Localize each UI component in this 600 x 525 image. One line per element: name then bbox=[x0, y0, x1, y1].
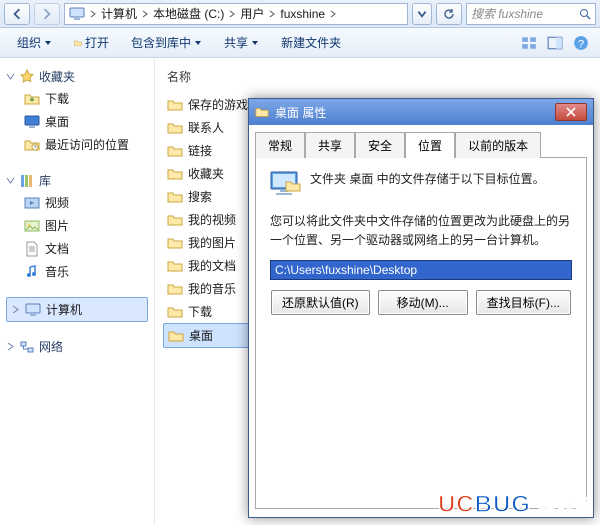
forward-button[interactable] bbox=[34, 3, 60, 25]
computer-icon bbox=[25, 302, 41, 318]
history-dropdown-button[interactable] bbox=[412, 3, 432, 25]
caret-down-icon bbox=[6, 176, 15, 185]
toolbar: 组织 打开 包含到库中 共享 新建文件夹 ? bbox=[0, 28, 600, 58]
navigation-pane: 收藏夹 下载 桌面 最近访问的位置 库 视频 图片 文档 音乐 计算机 bbox=[0, 58, 155, 525]
dialog-title: 桌面 属性 bbox=[275, 104, 326, 121]
breadcrumb-item: fuxshine bbox=[268, 7, 337, 21]
find-target-button[interactable]: 查找目标(F)... bbox=[476, 290, 571, 315]
monitor-folder-icon bbox=[270, 170, 302, 198]
dialog-text-2: 您可以将此文件夹中文件存储的位置更改为此硬盘上的另一个位置、另一个驱动器或网络上… bbox=[270, 212, 572, 250]
folder-icon bbox=[167, 258, 183, 274]
sidebar-network[interactable]: 网络 bbox=[6, 336, 148, 357]
close-button[interactable] bbox=[555, 103, 587, 121]
star-icon bbox=[19, 69, 35, 85]
computer-icon bbox=[69, 6, 85, 22]
folder-icon bbox=[167, 235, 183, 251]
preview-pane-button[interactable] bbox=[544, 32, 566, 54]
recent-icon bbox=[24, 137, 40, 153]
breadcrumb-item: 用户 bbox=[228, 5, 264, 22]
back-button[interactable] bbox=[4, 3, 30, 25]
library-icon bbox=[19, 173, 35, 189]
breadcrumb[interactable]: 计算机 本地磁盘 (C:) 用户 fuxshine bbox=[64, 3, 408, 25]
search-icon bbox=[579, 8, 591, 20]
desktop-icon bbox=[24, 114, 40, 130]
organize-button[interactable]: 组织 bbox=[8, 30, 61, 55]
tab-location[interactable]: 位置 bbox=[405, 132, 455, 158]
share-button[interactable]: 共享 bbox=[215, 30, 268, 55]
caret-down-icon bbox=[6, 72, 15, 81]
sidebar-item-videos[interactable]: 视频 bbox=[6, 191, 148, 214]
tab-general[interactable]: 常规 bbox=[255, 132, 305, 158]
folder-icon bbox=[167, 212, 183, 228]
caret-right-icon bbox=[11, 305, 20, 314]
sidebar-item-music[interactable]: 音乐 bbox=[6, 260, 148, 283]
video-icon bbox=[24, 195, 40, 211]
sidebar-item-documents[interactable]: 文档 bbox=[6, 237, 148, 260]
dialog-body: 文件夹 桌面 中的文件存储于以下目标位置。 您可以将此文件夹中文件存储的位置更改… bbox=[255, 157, 587, 509]
folder-open-icon bbox=[74, 39, 82, 47]
sidebar-favorites[interactable]: 收藏夹 bbox=[6, 66, 148, 87]
network-icon bbox=[19, 339, 35, 355]
watermark: UCBUG 游戏网 bbox=[438, 491, 594, 519]
folder-icon bbox=[167, 97, 183, 113]
search-input[interactable]: 搜索 fuxshine bbox=[466, 3, 596, 25]
folder-icon bbox=[167, 166, 183, 182]
tab-previous[interactable]: 以前的版本 bbox=[455, 132, 541, 158]
folder-icon bbox=[167, 189, 183, 205]
restore-default-button[interactable]: 还原默认值(R) bbox=[271, 290, 370, 315]
move-button[interactable]: 移动(M)... bbox=[378, 290, 468, 315]
sidebar-libraries[interactable]: 库 bbox=[6, 170, 148, 191]
tab-share[interactable]: 共享 bbox=[305, 132, 355, 158]
folder-icon bbox=[167, 281, 183, 297]
dialog-tabs: 常规 共享 安全 位置 以前的版本 bbox=[249, 125, 593, 157]
include-button[interactable]: 包含到库中 bbox=[122, 30, 211, 55]
folder-icon bbox=[255, 105, 269, 119]
svg-text:?: ? bbox=[578, 38, 584, 50]
breadcrumb-item: 计算机 bbox=[89, 5, 137, 22]
caret-right-icon bbox=[6, 342, 15, 351]
window-titlebar: 计算机 本地磁盘 (C:) 用户 fuxshine 搜索 fuxshine bbox=[0, 0, 600, 28]
close-icon bbox=[566, 107, 576, 117]
sidebar-item-recent[interactable]: 最近访问的位置 bbox=[6, 133, 148, 156]
sidebar-item-pictures[interactable]: 图片 bbox=[6, 214, 148, 237]
music-icon bbox=[24, 264, 40, 280]
location-path-input[interactable] bbox=[270, 260, 572, 280]
breadcrumb-item: 本地磁盘 (C:) bbox=[141, 5, 224, 22]
folder-icon bbox=[168, 328, 184, 344]
refresh-button[interactable] bbox=[436, 3, 462, 25]
sidebar-item-downloads[interactable]: 下载 bbox=[6, 87, 148, 110]
sidebar-computer[interactable]: 计算机 bbox=[6, 297, 148, 322]
folder-icon bbox=[24, 91, 40, 107]
help-button[interactable]: ? bbox=[570, 32, 592, 54]
folder-icon bbox=[167, 304, 183, 320]
document-icon bbox=[24, 241, 40, 257]
search-placeholder: 搜索 fuxshine bbox=[471, 5, 575, 22]
tab-security[interactable]: 安全 bbox=[355, 132, 405, 158]
sidebar-item-desktop[interactable]: 桌面 bbox=[6, 110, 148, 133]
open-button[interactable]: 打开 bbox=[65, 30, 118, 55]
folder-icon bbox=[167, 143, 183, 159]
picture-icon bbox=[24, 218, 40, 234]
dialog-titlebar[interactable]: 桌面 属性 bbox=[249, 99, 593, 125]
dialog-text-1: 文件夹 桌面 中的文件存储于以下目标位置。 bbox=[310, 170, 545, 189]
column-header-name[interactable]: 名称 bbox=[163, 66, 592, 87]
newfolder-button[interactable]: 新建文件夹 bbox=[272, 30, 350, 55]
properties-dialog: 桌面 属性 常规 共享 安全 位置 以前的版本 文件夹 桌面 中的文件存储于以下… bbox=[248, 98, 594, 518]
folder-icon bbox=[167, 120, 183, 136]
view-button[interactable] bbox=[518, 32, 540, 54]
